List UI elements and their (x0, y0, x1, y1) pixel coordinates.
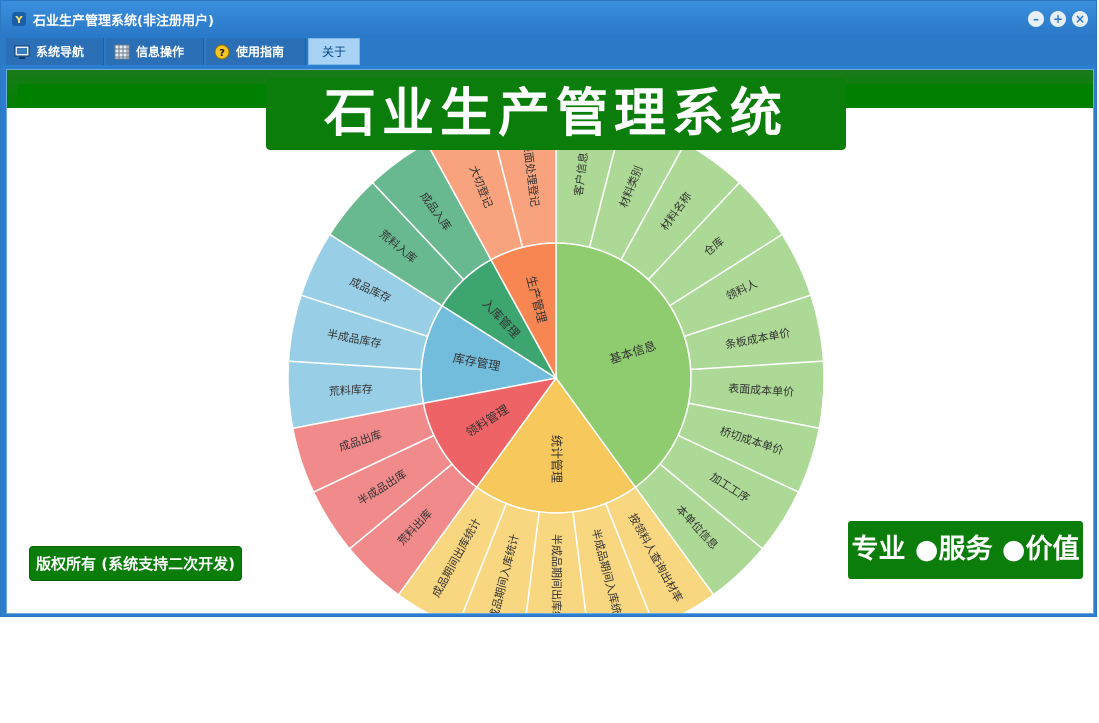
copyright-label: 版权所有 (系统支持二次开发) (29, 546, 242, 581)
sunburst-category-label[interactable]: 统计管理 (550, 435, 565, 483)
monitor-icon (14, 45, 30, 59)
app-logo-icon: Y (12, 12, 26, 26)
app-window: Y 石业生产管理系统(非注册用户) – + × 系统导航 信息操作 ? 使用指南… (0, 0, 1097, 617)
menu-bar: 系统导航 信息操作 ? 使用指南 关于 (1, 37, 1096, 65)
menu-item-label: 信息操作 (136, 45, 185, 59)
sunburst-item-label[interactable]: 半成品期间出库统计 (550, 534, 564, 613)
close-button[interactable]: × (1072, 11, 1088, 27)
sunburst-item-label[interactable]: 荒料库存 (328, 382, 373, 399)
help-icon: ? (214, 44, 230, 59)
title-bar[interactable]: Y 石业生产管理系统(非注册用户) – + × (1, 1, 1096, 37)
menu-item-label: 系统导航 (36, 45, 85, 59)
window-title: 石业生产管理系统(非注册用户) (33, 14, 214, 29)
minimize-button[interactable]: – (1028, 11, 1044, 27)
svg-text:Y: Y (14, 15, 23, 26)
menu-item-label: 使用指南 (236, 45, 285, 59)
menu-item-navigation[interactable]: 系统导航 (6, 38, 104, 65)
menu-item-label: 关于 (321, 45, 346, 59)
maximize-button[interactable]: + (1050, 11, 1066, 27)
svg-text:?: ? (219, 48, 225, 59)
grid-icon (114, 44, 130, 59)
slogan-label: 专业 ●服务 ●价值 (848, 521, 1083, 579)
menu-item-user-guide[interactable]: ? 使用指南 (206, 38, 306, 65)
system-banner-title: 石业生产管理系统 (266, 78, 846, 150)
main-content: 基本信息 客户信息 材料类别 材料名称 仓库 领料人 条板成本单价 表面成本单价 桥切成本单价加… (6, 69, 1094, 614)
menu-item-about[interactable]: 关于 (308, 38, 360, 65)
menu-item-info-operations[interactable]: 信息操作 (106, 38, 204, 65)
